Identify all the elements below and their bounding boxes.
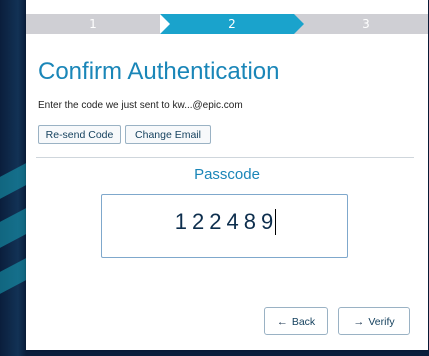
passcode-input[interactable]: 122489 [101, 194, 348, 258]
progress-stepper: 1 2 3 [26, 14, 428, 34]
step-2: 2 [228, 17, 236, 31]
passcode-value-wrapper: 122489 [102, 209, 349, 235]
back-button[interactable]: ← Back [264, 307, 328, 335]
passcode-value: 122489 [174, 209, 279, 234]
divider [36, 157, 414, 158]
back-button-label: Back [291, 316, 316, 328]
text-caret [275, 209, 277, 235]
auth-panel: 1 2 3 Confirm Authentication Enter the c… [26, 0, 428, 350]
step-3: 3 [362, 17, 370, 31]
background-stripe [0, 208, 26, 248]
arrow-left-icon: ← [276, 316, 288, 328]
background-stripe [0, 163, 26, 199]
passcode-label: Passcode [194, 166, 260, 183]
resend-code-button[interactable]: Re-send Code [38, 125, 121, 144]
verify-button[interactable]: → Verify [338, 307, 410, 335]
change-email-button[interactable]: Change Email [125, 125, 211, 144]
page-title: Confirm Authentication [38, 58, 280, 85]
arrow-right-icon: → [353, 316, 365, 328]
verify-button-label: Verify [368, 316, 395, 328]
background-stripe [0, 258, 26, 294]
step-1: 1 [89, 17, 97, 31]
instruction-text: Enter the code we just sent to kw...@epi… [38, 100, 243, 111]
